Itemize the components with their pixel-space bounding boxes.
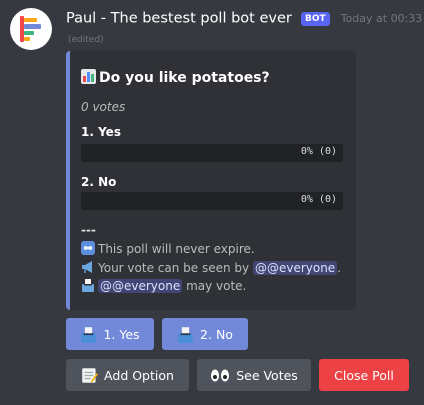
embed-accent-bar bbox=[66, 51, 70, 310]
option-label-yes: 1. Yes bbox=[81, 125, 121, 139]
option-progress-bar-no: 0% (0) bbox=[81, 192, 343, 210]
vote-count: 0 votes bbox=[81, 100, 126, 114]
everyone-mention[interactable]: @@everyone bbox=[98, 279, 183, 293]
bar-chart-icon bbox=[81, 69, 96, 84]
option-progress-bar-yes: 0% (0) bbox=[81, 144, 343, 162]
close-poll-label: Close Poll bbox=[334, 367, 394, 383]
everyone-mention[interactable]: @@everyone bbox=[252, 261, 338, 275]
vote-yes-button[interactable]: 1. Yes bbox=[66, 318, 154, 350]
see-votes-button[interactable]: See Votes bbox=[197, 359, 311, 391]
visibility-text: Your vote can be seen by bbox=[98, 261, 250, 275]
voters-line: @@everyone may vote. bbox=[81, 278, 246, 293]
voters-text: may vote. bbox=[186, 279, 247, 293]
visibility-suffix: . bbox=[337, 261, 342, 275]
option-percent-yes: 0% (0) bbox=[300, 146, 337, 157]
message-timestamp: Today at 00:33 bbox=[340, 12, 423, 25]
vote-no-button[interactable]: 2. No bbox=[162, 318, 248, 350]
option-percent-no: 0% (0) bbox=[300, 194, 337, 205]
poll-title-text: Do you like potatoes? bbox=[99, 70, 270, 86]
visibility-line: Your vote can be seen by @@everyone. bbox=[81, 260, 341, 275]
expire-text: This poll will never expire. bbox=[98, 242, 255, 256]
add-option-button[interactable]: Add Option bbox=[66, 359, 189, 391]
footer-separator: --- bbox=[81, 223, 96, 237]
see-votes-label: See Votes bbox=[236, 367, 298, 383]
poll-embed: Do you like potatoes? 0 votes 1. Yes 0% … bbox=[66, 51, 356, 310]
bot-avatar[interactable] bbox=[10, 8, 52, 50]
ballot-box-icon bbox=[81, 278, 95, 292]
vote-no-label: 2. No bbox=[200, 326, 233, 342]
vote-yes-label: 1. Yes bbox=[103, 326, 140, 342]
author-name[interactable]: Paul - The bestest poll bot ever bbox=[66, 11, 292, 27]
message-header: Paul - The bestest poll bot ever BOT Tod… bbox=[66, 8, 422, 27]
bot-badge: BOT bbox=[300, 11, 330, 26]
add-option-label: Add Option bbox=[104, 367, 174, 383]
expire-line: This poll will never expire. bbox=[81, 241, 255, 256]
poll-title: Do you like potatoes? bbox=[81, 69, 270, 86]
megaphone-icon bbox=[81, 260, 95, 274]
eyes-icon bbox=[210, 367, 230, 384]
infinity-icon bbox=[81, 241, 95, 255]
ballot-box-icon bbox=[177, 326, 194, 343]
memo-icon bbox=[81, 367, 99, 384]
ballot-box-icon bbox=[80, 326, 97, 343]
option-label-no: 2. No bbox=[81, 175, 117, 189]
edited-indicator: (edited) bbox=[68, 35, 104, 45]
close-poll-button[interactable]: Close Poll bbox=[319, 359, 409, 391]
